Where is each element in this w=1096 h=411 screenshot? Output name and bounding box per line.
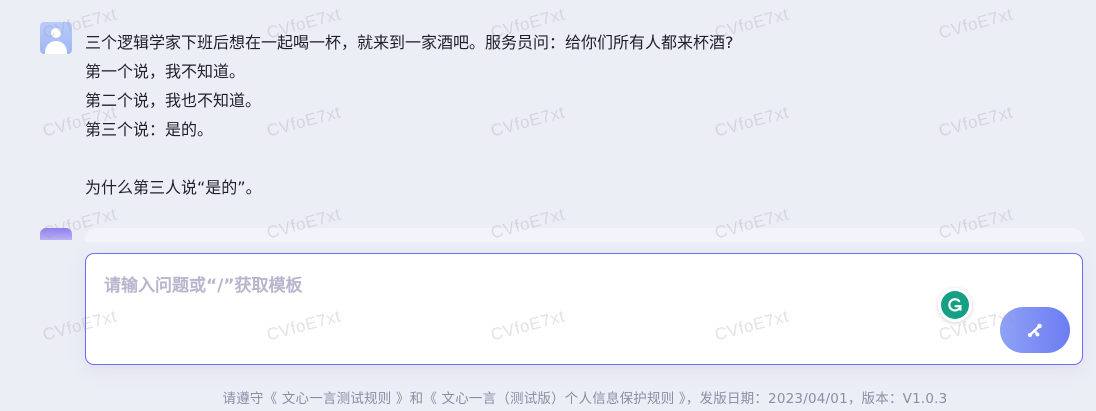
message-line: 第三个说：是的。 [85, 120, 214, 139]
bot-reply-bubble [85, 228, 1084, 242]
avatar-shoulders [45, 41, 67, 54]
user-message: 三个逻辑学家下班后想在一起喝一杯，就来到一家酒吧。服务员问：给你们所有人都来杯酒… [85, 28, 1045, 202]
avatar-head [51, 28, 61, 38]
footer-disclaimer: 请遵守《 文心一言测试规则 》和《 文心一言（测试版）个人信息保护规则 》，发版… [222, 391, 948, 407]
prompt-input-box[interactable] [85, 253, 1083, 365]
grammarly-icon[interactable] [938, 288, 972, 322]
message-line: 第一个说，我不知道。 [85, 62, 246, 81]
message-line: 三个逻辑学家下班后想在一起喝一杯，就来到一家酒吧。服务员问：给你们所有人都来杯酒… [85, 33, 734, 52]
message-line: 为什么第三人说“是的”。 [85, 178, 262, 197]
prompt-input[interactable] [104, 270, 924, 302]
bot-avatar-icon [40, 228, 72, 240]
grammarly-badge [941, 291, 969, 319]
send-icon [1027, 323, 1042, 338]
grammarly-g-glyph [948, 298, 962, 312]
message-line [85, 144, 1045, 173]
message-line: 第二个说，我也不知道。 [85, 91, 262, 110]
user-avatar-icon [40, 22, 72, 54]
send-button[interactable] [1000, 307, 1070, 353]
